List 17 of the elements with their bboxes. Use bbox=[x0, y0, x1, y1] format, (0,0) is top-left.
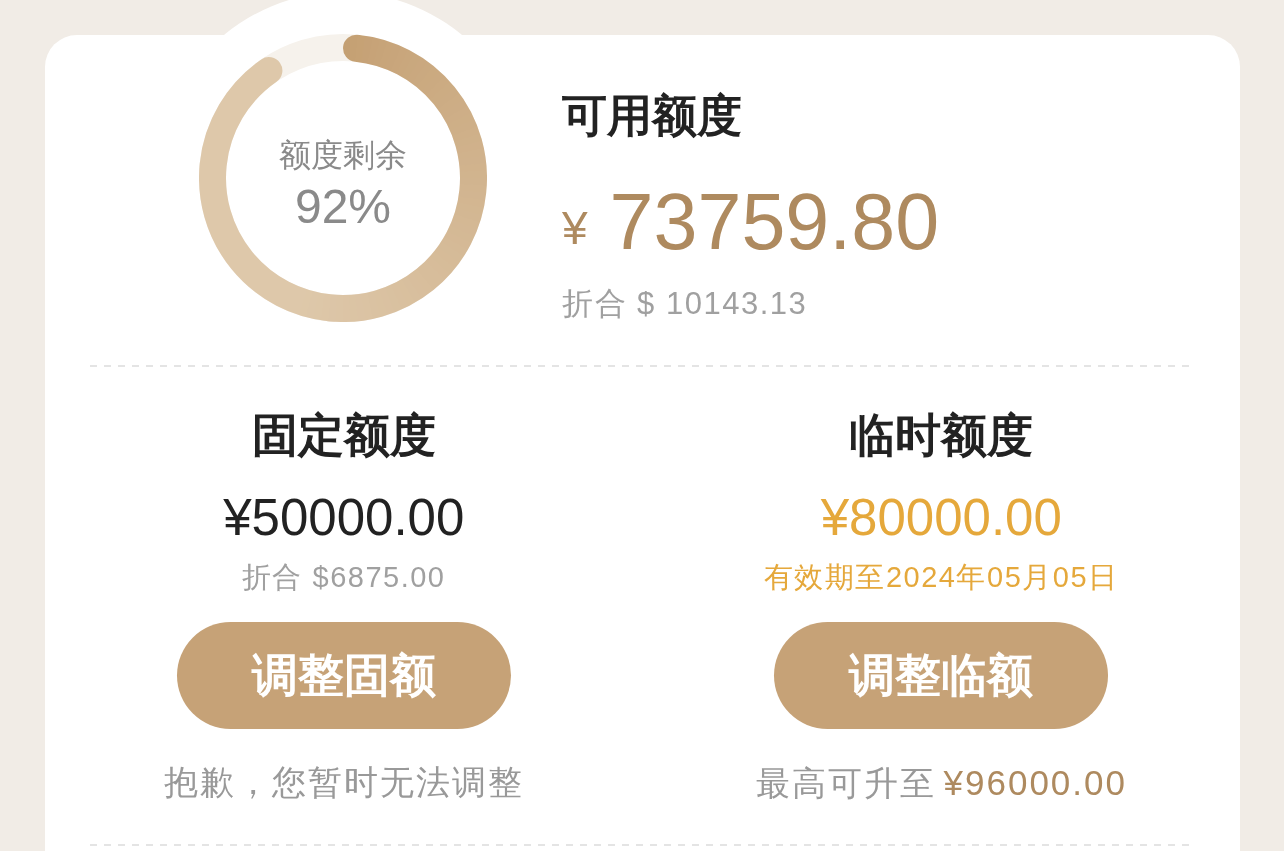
note-text: 抱歉，您暂时无法调整 bbox=[163, 762, 524, 803]
converted-amount: 折合 $ 10143.13 bbox=[562, 286, 809, 322]
quota-amount: ¥50000.00 bbox=[223, 488, 465, 548]
quota-title: 固定额度 bbox=[251, 408, 436, 463]
note-amount: ¥96000.00 bbox=[943, 762, 1127, 803]
quota-subtext: 有效期至2024年05月05日 bbox=[764, 560, 1119, 594]
note-text: 最高可升至 bbox=[755, 763, 936, 804]
adjust-button[interactable]: 调整临额 bbox=[774, 622, 1109, 729]
currency-symbol: ¥ bbox=[562, 205, 588, 256]
ring-label: 额度剩余 bbox=[279, 135, 407, 175]
available-amount: 73759.80 bbox=[609, 182, 940, 261]
adjust-button[interactable]: 调整固额 bbox=[176, 622, 511, 729]
ring-percent: 92% bbox=[294, 181, 392, 235]
quota-amount: ¥80000.00 bbox=[820, 488, 1062, 548]
available-title: 可用额度 bbox=[562, 89, 743, 142]
quota-title: 临时额度 bbox=[849, 408, 1034, 463]
quota-subtext: 折合 $6875.00 bbox=[242, 560, 446, 594]
